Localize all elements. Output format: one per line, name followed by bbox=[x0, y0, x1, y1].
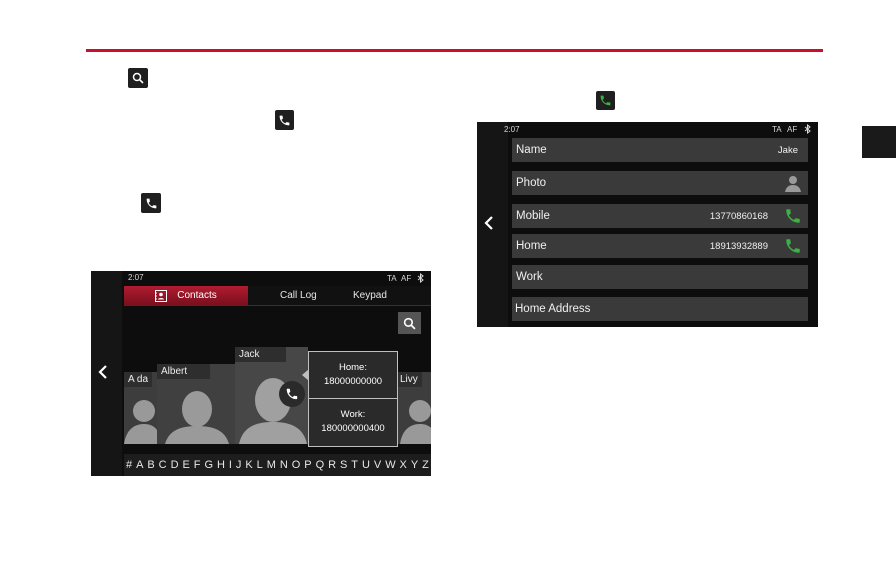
avatar-silhouette-icon bbox=[400, 400, 431, 444]
alphabet-letter[interactable]: K bbox=[245, 459, 252, 471]
address-label: Home Address bbox=[515, 303, 591, 315]
work-number-option[interactable]: Work: 180000000400 bbox=[309, 399, 397, 445]
alphabet-letter[interactable]: F bbox=[194, 459, 201, 471]
clock: 2:07 bbox=[128, 273, 144, 282]
alphabet-index: # A B C D E F G H I J K L M N O P Q R S T U V W X Y Z bbox=[124, 454, 431, 476]
avatar-silhouette-icon bbox=[124, 400, 157, 444]
header-rule bbox=[86, 49, 823, 52]
alphabet-letter[interactable]: X bbox=[400, 459, 407, 471]
alphabet-letter[interactable]: R bbox=[328, 459, 336, 471]
alphabet-letter[interactable]: T bbox=[351, 459, 358, 471]
back-chevron-icon[interactable] bbox=[97, 364, 109, 380]
phone-icon bbox=[275, 110, 294, 130]
name-value: Jake bbox=[777, 144, 798, 156]
alphabet-letter[interactable]: Y bbox=[411, 459, 418, 471]
alphabet-letter[interactable]: G bbox=[204, 459, 213, 471]
alphabet-letter[interactable]: C bbox=[159, 459, 167, 471]
mobile-row[interactable]: Mobile 13770860168 bbox=[512, 204, 808, 228]
work-number: 180000000400 bbox=[321, 423, 385, 434]
search-button[interactable] bbox=[398, 312, 421, 334]
work-row: Work bbox=[512, 265, 808, 289]
home-label: Home: bbox=[339, 362, 367, 373]
mobile-label: Mobile bbox=[516, 210, 550, 222]
name-row: Name Jake bbox=[512, 138, 808, 162]
home-number-option[interactable]: Home: 18000000000 bbox=[309, 352, 397, 398]
phone-icon bbox=[141, 193, 161, 213]
home-row[interactable]: Home 18913932889 bbox=[512, 234, 808, 258]
tab-bar: Contacts Call Log Keypad bbox=[124, 286, 431, 306]
alphabet-letter[interactable]: J bbox=[236, 459, 242, 471]
photo-label: Photo bbox=[516, 177, 547, 189]
contact-name: Livy bbox=[396, 372, 422, 387]
contact-detail-screen: 2:07 TA AF Name Jake Photo Mobile 137708… bbox=[477, 122, 818, 327]
alphabet-letter[interactable]: S bbox=[340, 459, 347, 471]
contact-name: Albert bbox=[157, 364, 210, 379]
alphabet-letter[interactable]: O bbox=[292, 459, 301, 471]
tab-keypad[interactable]: Keypad bbox=[353, 286, 387, 305]
avatar-placeholder-icon bbox=[785, 176, 801, 192]
alphabet-letter[interactable]: A bbox=[136, 459, 143, 471]
contact-name: Jack bbox=[235, 347, 286, 362]
clock: 2:07 bbox=[504, 125, 520, 134]
alphabet-letter[interactable]: H bbox=[217, 459, 225, 471]
ta-indicator: TA bbox=[387, 274, 397, 283]
side-panel bbox=[91, 271, 122, 476]
contacts-screen: 2:07 TA AF Contacts Call Log Keypad A da… bbox=[91, 271, 431, 476]
ta-indicator: TA bbox=[772, 125, 782, 134]
alphabet-letter[interactable]: E bbox=[182, 459, 189, 471]
alphabet-letter[interactable]: D bbox=[171, 459, 179, 471]
home-number: 18913932889 bbox=[709, 240, 768, 252]
side-panel bbox=[477, 122, 508, 327]
alphabet-letter[interactable]: B bbox=[147, 459, 154, 471]
search-icon bbox=[403, 317, 416, 330]
chapter-tab bbox=[862, 126, 896, 158]
number-popup: Home: 18000000000 Work: 180000000400 bbox=[308, 351, 398, 447]
avatar-silhouette-icon bbox=[165, 391, 229, 444]
alphabet-letter[interactable]: P bbox=[304, 459, 311, 471]
tab-contacts[interactable]: Contacts bbox=[124, 286, 248, 305]
photo-row: Photo bbox=[512, 171, 808, 195]
alphabet-letter[interactable]: V bbox=[374, 459, 381, 471]
af-indicator: AF bbox=[787, 125, 798, 134]
mobile-number: 13770860168 bbox=[709, 210, 768, 222]
contact-name: A da bbox=[124, 372, 153, 387]
search-icon bbox=[128, 68, 148, 88]
green-phone-icon bbox=[596, 91, 615, 110]
green-phone-icon[interactable] bbox=[784, 237, 802, 255]
address-row: Home Address bbox=[512, 297, 808, 321]
work-label: Work bbox=[516, 271, 543, 283]
home-number: 18000000000 bbox=[323, 376, 383, 387]
alphabet-letter[interactable]: W bbox=[385, 459, 395, 471]
alphabet-letter[interactable]: Z bbox=[422, 459, 429, 471]
contact-card[interactable]: Livy bbox=[396, 372, 431, 444]
alphabet-letter[interactable]: M bbox=[267, 459, 276, 471]
alphabet-letter[interactable]: N bbox=[280, 459, 288, 471]
work-label: Work: bbox=[340, 409, 366, 420]
back-chevron-icon[interactable] bbox=[483, 215, 495, 231]
alphabet-letter[interactable]: L bbox=[257, 459, 263, 471]
phone-icon[interactable] bbox=[279, 381, 305, 407]
alphabet-letter[interactable]: # bbox=[126, 459, 132, 471]
alphabet-letter[interactable]: U bbox=[362, 459, 370, 471]
green-phone-icon[interactable] bbox=[784, 207, 802, 225]
tab-contacts-label: Contacts bbox=[177, 290, 217, 301]
name-label: Name bbox=[516, 144, 547, 156]
contact-card[interactable]: A da bbox=[124, 372, 157, 444]
bluetooth-icon bbox=[804, 124, 811, 134]
alphabet-letter[interactable]: Q bbox=[316, 459, 325, 471]
bluetooth-icon bbox=[417, 273, 424, 283]
contact-card[interactable]: Jack bbox=[235, 347, 308, 444]
contacts-book-icon bbox=[155, 289, 168, 302]
alphabet-letter[interactable]: I bbox=[229, 459, 232, 471]
contact-card[interactable]: Albert bbox=[157, 364, 235, 444]
af-indicator: AF bbox=[401, 274, 412, 283]
home-label: Home bbox=[516, 240, 547, 252]
tab-call-log[interactable]: Call Log bbox=[280, 286, 317, 305]
